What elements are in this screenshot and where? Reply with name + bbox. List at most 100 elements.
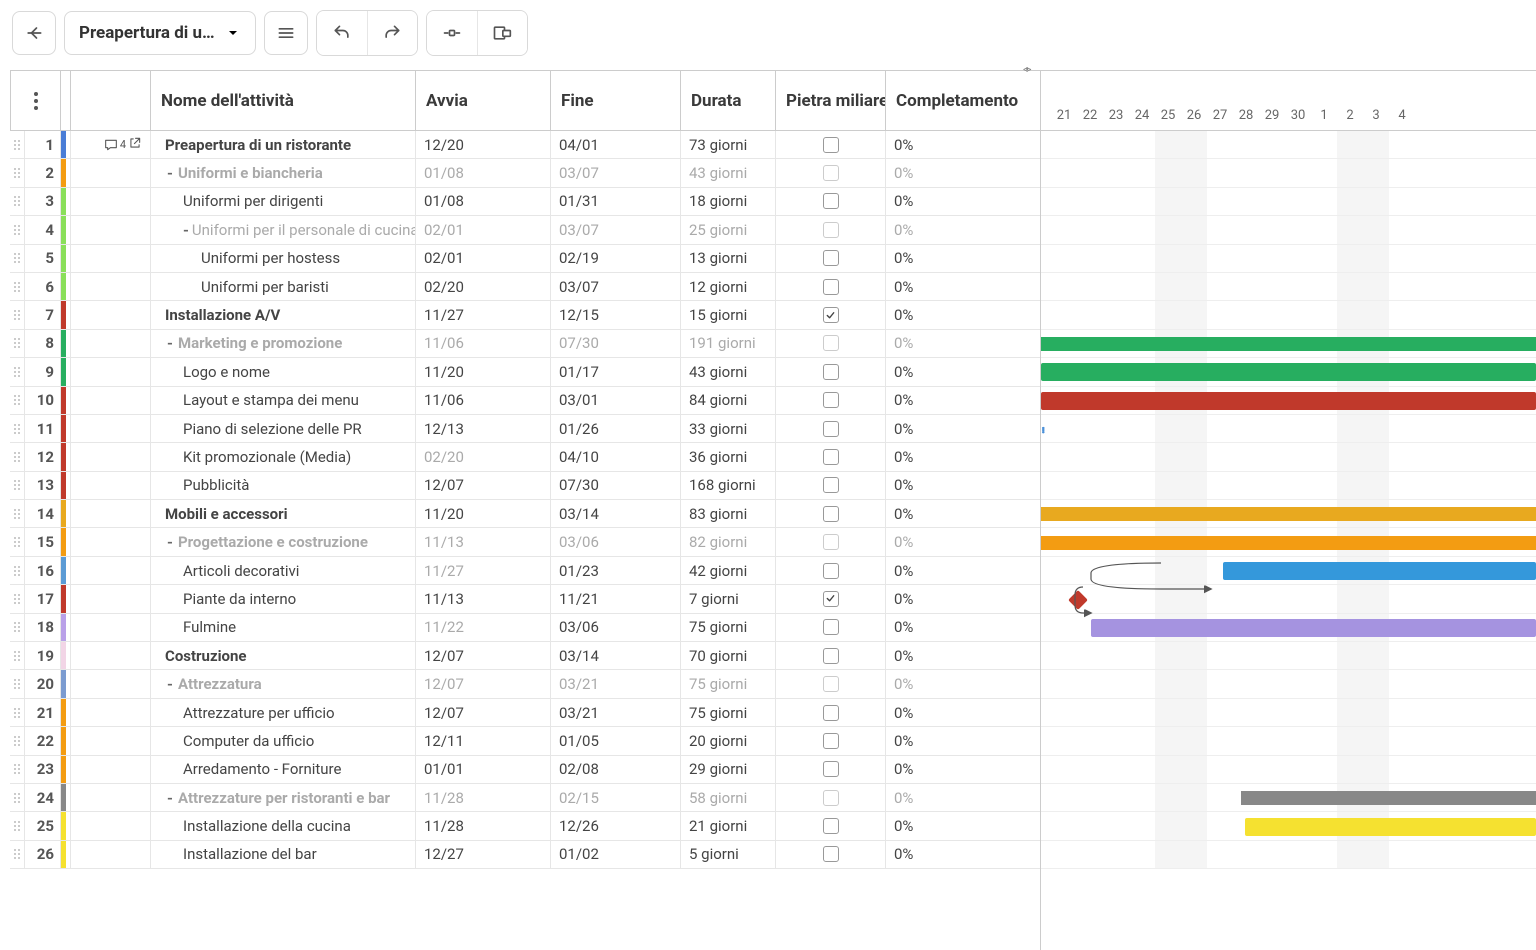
task-milestone[interactable]: [775, 670, 885, 697]
menu-button[interactable]: [264, 11, 308, 55]
table-row[interactable]: 23Arredamento - Forniture01/0102/0829 gi…: [10, 756, 1040, 784]
gantt-bar[interactable]: [1041, 363, 1536, 381]
task-end[interactable]: 01/31: [550, 188, 680, 215]
drag-handle[interactable]: [10, 585, 24, 612]
gantt-split-handle[interactable]: •••: [1036, 426, 1050, 432]
task-name[interactable]: Preapertura di un ristorante: [150, 131, 415, 158]
table-row[interactable]: 21Attrezzature per ufficio12/0703/2175 g…: [10, 699, 1040, 727]
task-name[interactable]: Installazione A/V: [150, 301, 415, 328]
header-milestone[interactable]: Pietra miliare: [775, 71, 885, 130]
task-name[interactable]: Mobili e accessori: [150, 500, 415, 527]
tree-toggle[interactable]: -: [165, 164, 175, 182]
header-completion[interactable]: Completamento: [885, 71, 1040, 130]
task-milestone[interactable]: [775, 585, 885, 612]
task-duration[interactable]: 5 giorni: [680, 841, 775, 868]
table-row[interactable]: 26Installazione del bar12/2701/025 giorn…: [10, 841, 1040, 869]
task-end[interactable]: 01/05: [550, 727, 680, 754]
table-row[interactable]: 6Uniformi per baristi02/2003/0712 giorni…: [10, 273, 1040, 301]
task-name[interactable]: Computer da ufficio: [150, 727, 415, 754]
task-duration[interactable]: 7 giorni: [680, 585, 775, 612]
drag-handle[interactable]: [10, 301, 24, 328]
layout-button[interactable]: [477, 11, 527, 55]
drag-handle[interactable]: [10, 131, 24, 158]
task-end[interactable]: 01/02: [550, 841, 680, 868]
task-milestone[interactable]: [775, 159, 885, 186]
task-name[interactable]: Logo e nome: [150, 358, 415, 385]
task-name[interactable]: -Attrezzatura: [150, 670, 415, 697]
task-end[interactable]: 07/30: [550, 330, 680, 357]
table-row[interactable]: 3Uniformi per dirigenti01/0801/3118 gior…: [10, 188, 1040, 216]
task-duration[interactable]: 15 giorni: [680, 301, 775, 328]
task-milestone[interactable]: [775, 415, 885, 442]
drag-handle[interactable]: [10, 500, 24, 527]
gantt-bar[interactable]: [1241, 791, 1536, 805]
gantt-bar[interactable]: [1245, 818, 1536, 836]
tree-toggle[interactable]: -: [165, 789, 175, 807]
task-completion[interactable]: 0%: [885, 585, 1040, 612]
drag-handle[interactable]: [10, 245, 24, 272]
task-duration[interactable]: 43 giorni: [680, 159, 775, 186]
table-row[interactable]: 19Costruzione12/0703/1470 giorni0%: [10, 642, 1040, 670]
header-name[interactable]: Nome dell'attività: [150, 71, 415, 130]
task-end[interactable]: 11/21: [550, 585, 680, 612]
task-completion[interactable]: 0%: [885, 812, 1040, 839]
drag-handle[interactable]: [10, 273, 24, 300]
table-row[interactable]: 25Installazione della cucina11/2812/2621…: [10, 812, 1040, 840]
task-milestone[interactable]: [775, 472, 885, 499]
task-duration[interactable]: 21 giorni: [680, 812, 775, 839]
task-milestone[interactable]: [775, 273, 885, 300]
comment-badge[interactable]: 4: [103, 137, 126, 153]
drag-handle[interactable]: [10, 216, 24, 243]
task-name[interactable]: Pubblicità: [150, 472, 415, 499]
task-end[interactable]: 03/07: [550, 159, 680, 186]
table-row[interactable]: 24-Attrezzature per ristoranti e bar11/2…: [10, 784, 1040, 812]
task-end[interactable]: 01/23: [550, 557, 680, 584]
task-milestone[interactable]: [775, 699, 885, 726]
undo-button[interactable]: [317, 11, 367, 55]
task-milestone[interactable]: [775, 727, 885, 754]
task-duration[interactable]: 18 giorni: [680, 188, 775, 215]
table-row[interactable]: 2-Uniformi e biancheria01/0803/0743 gior…: [10, 159, 1040, 187]
task-duration[interactable]: 191 giorni: [680, 330, 775, 357]
gantt-bar[interactable]: [1041, 392, 1536, 410]
drag-handle[interactable]: [10, 784, 24, 811]
task-completion[interactable]: 0%: [885, 557, 1040, 584]
task-duration[interactable]: 75 giorni: [680, 699, 775, 726]
task-start[interactable]: 12/20: [415, 131, 550, 158]
table-row[interactable]: 8-Marketing e promozione11/0607/30191 gi…: [10, 330, 1040, 358]
task-completion[interactable]: 0%: [885, 472, 1040, 499]
task-milestone[interactable]: [775, 245, 885, 272]
task-completion[interactable]: 0%: [885, 614, 1040, 641]
task-duration[interactable]: 83 giorni: [680, 500, 775, 527]
task-end[interactable]: 03/07: [550, 216, 680, 243]
tree-toggle[interactable]: -: [183, 221, 189, 239]
task-start[interactable]: 11/27: [415, 557, 550, 584]
task-milestone[interactable]: [775, 131, 885, 158]
task-start[interactable]: 12/07: [415, 642, 550, 669]
task-milestone[interactable]: [775, 216, 885, 243]
drag-handle[interactable]: [10, 415, 24, 442]
task-duration[interactable]: 84 giorni: [680, 387, 775, 414]
task-start[interactable]: 11/13: [415, 528, 550, 555]
task-start[interactable]: 02/20: [415, 273, 550, 300]
task-end[interactable]: 01/26: [550, 415, 680, 442]
task-name[interactable]: Fulmine: [150, 614, 415, 641]
task-duration[interactable]: 43 giorni: [680, 358, 775, 385]
task-duration[interactable]: 13 giorni: [680, 245, 775, 272]
task-start[interactable]: 12/07: [415, 472, 550, 499]
drag-handle[interactable]: [10, 812, 24, 839]
drag-handle[interactable]: [10, 614, 24, 641]
task-completion[interactable]: 0%: [885, 670, 1040, 697]
task-milestone[interactable]: [775, 387, 885, 414]
task-completion[interactable]: 0%: [885, 500, 1040, 527]
task-end[interactable]: 03/01: [550, 387, 680, 414]
drag-handle[interactable]: [10, 756, 24, 783]
task-name[interactable]: Uniformi per dirigenti: [150, 188, 415, 215]
drag-handle[interactable]: [10, 642, 24, 669]
table-row[interactable]: 13Pubblicità12/0707/30168 giorni0%: [10, 472, 1040, 500]
task-start[interactable]: 11/20: [415, 500, 550, 527]
task-end[interactable]: 02/19: [550, 245, 680, 272]
drag-handle[interactable]: [10, 387, 24, 414]
task-end[interactable]: 12/26: [550, 812, 680, 839]
task-duration[interactable]: 42 giorni: [680, 557, 775, 584]
